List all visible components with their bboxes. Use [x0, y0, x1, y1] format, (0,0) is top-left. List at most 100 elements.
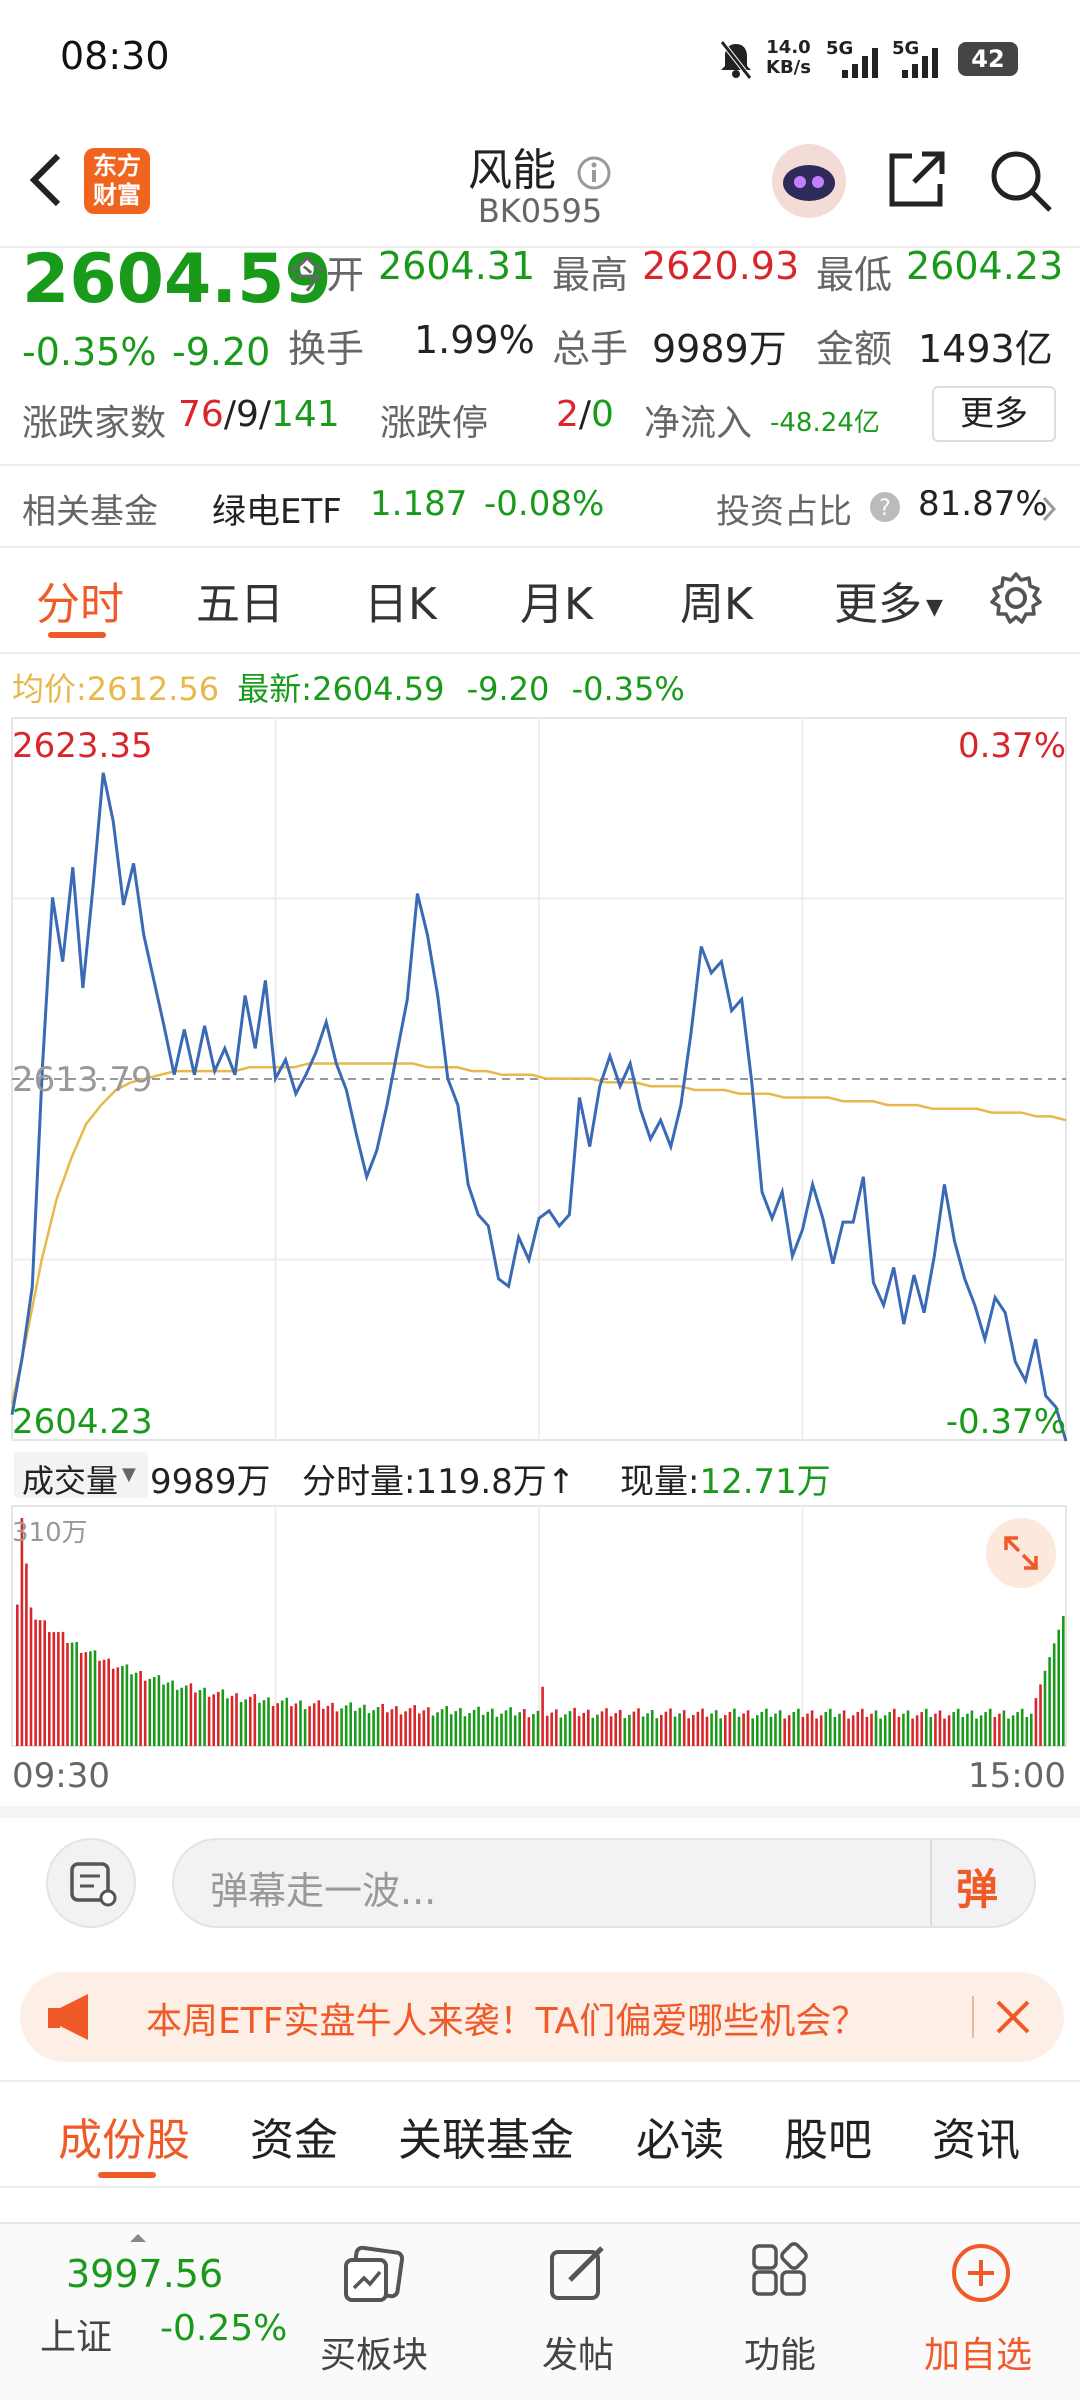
volume-bar [79, 1652, 83, 1746]
volume-bar [344, 1705, 348, 1746]
volume-bar [833, 1716, 837, 1746]
volume-bar [687, 1718, 690, 1746]
settings-gear-icon[interactable] [988, 570, 1044, 626]
expand-icon[interactable] [986, 1518, 1056, 1588]
nav-buy-sector[interactable]: 买板块 [320, 2326, 428, 2378]
intraday-chart[interactable] [0, 700, 1080, 1800]
volume-bar [541, 1686, 544, 1746]
info-icon[interactable] [576, 155, 612, 191]
more-button[interactable]: 更多 [932, 386, 1056, 442]
volume-bar [235, 1693, 238, 1746]
danmu-settings-icon[interactable] [46, 1838, 136, 1928]
volume-bar [212, 1694, 215, 1746]
volume-bar [322, 1708, 325, 1746]
volume-bar [737, 1716, 741, 1746]
volume-bar [532, 1714, 535, 1746]
volume-bar [934, 1713, 937, 1746]
tab-monthly-k[interactable]: 月K [520, 568, 593, 632]
tab-must-read[interactable]: 必读 [636, 2104, 724, 2168]
volume-bar [568, 1711, 572, 1746]
volume-bar [262, 1700, 266, 1746]
volume-bar [340, 1708, 343, 1746]
index-change[interactable]: -0.25% [160, 2308, 287, 2349]
volume-bar [874, 1710, 878, 1746]
volume-bar [952, 1712, 955, 1746]
volume-bar [148, 1678, 152, 1746]
search-icon[interactable] [988, 148, 1054, 214]
volume-bar [710, 1713, 713, 1746]
volume-bar [217, 1691, 220, 1746]
nav-functions[interactable]: 功能 [744, 2326, 816, 2378]
volume-bar [998, 1713, 1001, 1746]
close-icon[interactable] [990, 1994, 1036, 2040]
tab-more[interactable]: 更多 ▼ [834, 568, 943, 632]
functions-grid-icon[interactable] [748, 2242, 812, 2306]
volume-bar [956, 1708, 960, 1746]
tab-weekly-k[interactable]: 周K [680, 568, 753, 632]
volume-bar [221, 1689, 225, 1746]
index-value[interactable]: 3997.56 [66, 2252, 223, 2296]
help-icon[interactable]: ? [868, 490, 902, 524]
volume-bar [984, 1712, 987, 1746]
volume-bar [20, 1518, 24, 1746]
volume-bar [463, 1716, 467, 1746]
volume-bar [929, 1717, 933, 1746]
netflow-label: 净流入 [644, 403, 753, 444]
volume-bar [1034, 1698, 1038, 1746]
tab-related-funds[interactable]: 关联基金 [398, 2104, 574, 2168]
tab-forum[interactable]: 股吧 [784, 2104, 872, 2168]
ratio-label: 投资占比 [716, 492, 852, 532]
danmu-input[interactable]: 弹幕走一波... 弹 [172, 1838, 1036, 1928]
buy-sector-icon[interactable] [340, 2244, 410, 2308]
volume-bar [856, 1712, 860, 1746]
volume-bar [577, 1716, 581, 1746]
volume-bar [504, 1710, 508, 1746]
volume-bar [495, 1716, 499, 1746]
volume-bar [326, 1705, 330, 1746]
volume-bar [664, 1711, 668, 1746]
volume-bar [632, 1711, 636, 1746]
danmu-send-button[interactable]: 弹 [956, 1856, 998, 1917]
volume-bar [198, 1690, 202, 1746]
tab-daily-k[interactable]: 日K [364, 568, 437, 632]
volume-bar [1011, 1715, 1015, 1746]
nav-post[interactable]: 发帖 [542, 2326, 614, 2378]
nav-add-watchlist[interactable]: 加自选 [924, 2326, 1032, 2378]
share-icon[interactable] [886, 148, 948, 210]
volume-selector[interactable]: 成交量 ▼ [14, 1452, 148, 1500]
volume-bar [230, 1695, 234, 1746]
tab-funds-flow[interactable]: 资金 [250, 2104, 338, 2168]
turnover-label: 换手 [288, 327, 365, 371]
volume-bar [157, 1675, 161, 1746]
tab-constituents[interactable]: 成份股 [58, 2104, 190, 2168]
tab-news[interactable]: 资讯 [932, 2104, 1020, 2168]
volume-selector-label: 成交量 [22, 1462, 119, 1500]
minute-volume: 分时量:119.8万↑ [302, 1462, 576, 1502]
volume-bar [303, 1709, 307, 1746]
tab-five-day[interactable]: 五日 [196, 568, 284, 632]
compose-post-icon[interactable] [546, 2242, 610, 2306]
volume-bar [25, 1563, 28, 1746]
volume-bar [888, 1712, 891, 1746]
volume-bar [943, 1718, 946, 1746]
volume-bar [372, 1710, 375, 1746]
promo-banner[interactable]: 本周ETF实盘牛人来袭！TA们偏爱哪些机会？ [20, 1972, 1064, 2062]
volume-bar [358, 1707, 362, 1746]
fund-price: 1.187 [370, 484, 468, 524]
volume-bar [459, 1708, 462, 1746]
add-watchlist-icon[interactable] [948, 2240, 1014, 2306]
volume-bar [244, 1699, 247, 1746]
volume-bar [276, 1703, 279, 1746]
tab-intraday[interactable]: 分时 [36, 568, 124, 632]
volume-bar [390, 1709, 394, 1746]
volume-bar [701, 1708, 704, 1746]
index-name[interactable]: 上证 [40, 2308, 112, 2360]
fund-name[interactable]: 绿电ETF [212, 484, 342, 533]
robot-assistant-icon[interactable] [770, 142, 848, 220]
y-bottom-label: 2604.23 [12, 1402, 153, 1442]
volume-bar [829, 1708, 832, 1746]
volume-bar [125, 1664, 129, 1746]
page-title: 风能 [468, 145, 556, 196]
ratio-value: 81.87% [918, 484, 1048, 524]
volume-bar [618, 1709, 622, 1746]
